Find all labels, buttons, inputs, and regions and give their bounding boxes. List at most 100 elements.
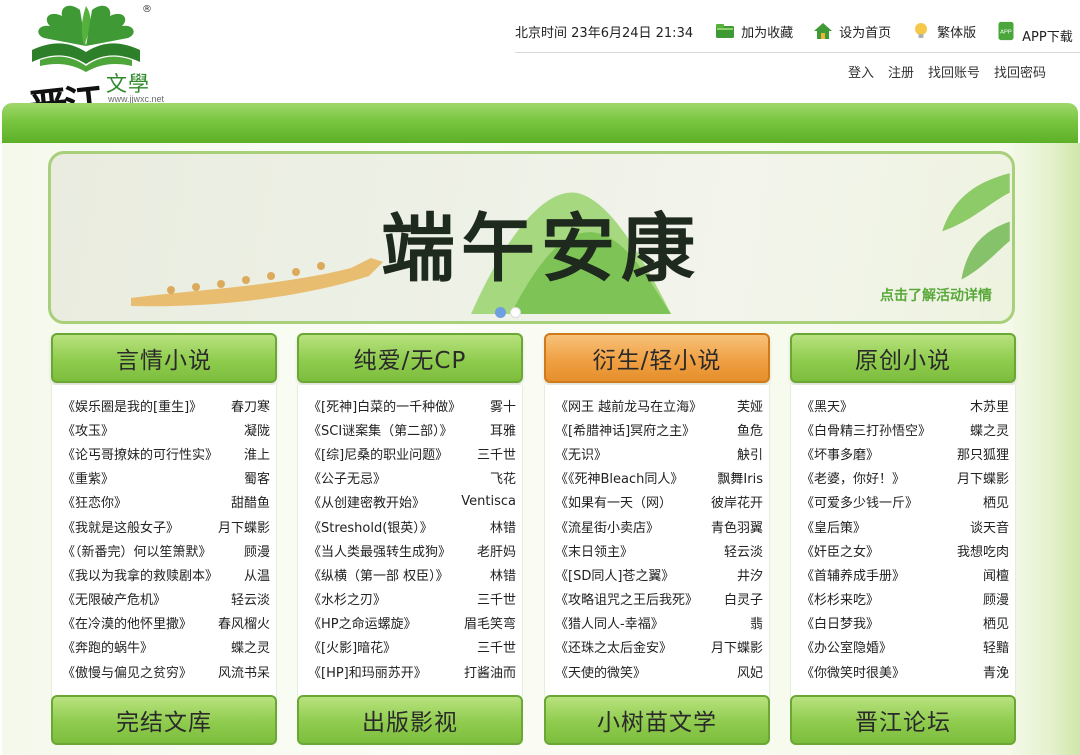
- book-author[interactable]: 飘舞Iris: [717, 468, 763, 487]
- carousel-dot-1[interactable]: [495, 307, 506, 318]
- book-title[interactable]: 《流星街小卖店》: [555, 517, 659, 536]
- book-author[interactable]: 淮上: [244, 444, 270, 463]
- book-author[interactable]: 彼岸花开: [711, 492, 763, 511]
- book-title[interactable]: 《傲慢与偏见之贫穷》: [62, 662, 192, 681]
- book-author[interactable]: 飞花: [490, 468, 516, 487]
- book-row[interactable]: 《从创建密教开始》 Ventisca: [298, 490, 522, 514]
- book-author[interactable]: 雾十: [490, 396, 516, 415]
- book-title[interactable]: 《我就是这般女子》: [62, 517, 179, 536]
- book-author[interactable]: 栖见: [983, 492, 1009, 511]
- book-row[interactable]: 《纵横（第一部 权臣）》 林错: [298, 562, 522, 586]
- category-tab[interactable]: 言情小说: [51, 333, 277, 383]
- book-row[interactable]: 《末日领主》 轻云淡: [545, 538, 769, 562]
- book-row[interactable]: 《流星街小卖店》 青色羽翼: [545, 514, 769, 538]
- book-row[interactable]: 《娱乐圈是我的[重生]》 春刀寒: [52, 393, 276, 417]
- login-link[interactable]: 登入: [848, 62, 874, 81]
- book-author[interactable]: 木苏里: [970, 396, 1009, 415]
- book-author[interactable]: 三千世: [477, 589, 516, 608]
- book-row[interactable]: 《还珠之太后金安》 月下蝶影: [545, 635, 769, 659]
- book-title[interactable]: 《Streshold(银英）》: [308, 517, 433, 536]
- book-author[interactable]: 白灵子: [724, 589, 763, 608]
- book-title[interactable]: 《在冷漠的他怀里撒》: [62, 613, 192, 632]
- book-row[interactable]: 《Streshold(银英）》 林错: [298, 514, 522, 538]
- book-title[interactable]: 《公子无忌》: [308, 468, 386, 487]
- book-title[interactable]: 《从创建密教开始》: [308, 492, 425, 511]
- book-row[interactable]: 《重紫》 蜀客: [52, 466, 276, 490]
- register-link[interactable]: 注册: [888, 62, 914, 81]
- book-author[interactable]: 谈天音: [970, 517, 1009, 536]
- book-author[interactable]: 鱼危: [737, 420, 763, 439]
- book-author[interactable]: 栖见: [983, 613, 1009, 632]
- book-row[interactable]: 《杉杉来吃》 顾漫: [791, 587, 1015, 611]
- book-row[interactable]: 《我就是这般女子》 月下蝶影: [52, 514, 276, 538]
- book-title[interactable]: 《奸臣之女》: [801, 541, 879, 560]
- book-author[interactable]: 从温: [244, 565, 270, 584]
- book-row[interactable]: 《论丐哥撩妹的可行性实》 淮上: [52, 441, 276, 465]
- book-title[interactable]: 《攻略诅咒之王后我死》: [555, 589, 698, 608]
- book-title[interactable]: 《[死神]白菜的一千种做》: [308, 396, 458, 415]
- banner-detail-link[interactable]: 点击了解活动详情: [880, 285, 992, 305]
- book-author[interactable]: 觖引: [737, 444, 763, 463]
- book-title[interactable]: 《白骨精三打孙悟空》: [801, 420, 931, 439]
- book-title[interactable]: 《纵横（第一部 权臣）》: [308, 565, 449, 584]
- book-author[interactable]: 三千世: [477, 637, 516, 656]
- book-author[interactable]: 林错: [490, 517, 516, 536]
- book-row[interactable]: 《无识》 觖引: [545, 441, 769, 465]
- book-author[interactable]: 月下蝶影: [711, 637, 763, 656]
- book-author[interactable]: 甜醋鱼: [231, 492, 270, 511]
- book-author[interactable]: 蝶之灵: [231, 637, 270, 656]
- book-row[interactable]: 《[希腊神话]冥府之主》 鱼危: [545, 417, 769, 441]
- book-title[interactable]: 《[综]尼桑的职业问题》: [308, 444, 448, 463]
- book-row[interactable]: 《狂恋你》 甜醋鱼: [52, 490, 276, 514]
- book-row[interactable]: 《《死神Bleach同人》 飘舞Iris: [545, 466, 769, 490]
- book-author[interactable]: 蜀客: [244, 468, 270, 487]
- book-title[interactable]: 《无识》: [555, 444, 607, 463]
- book-author[interactable]: 凝陇: [244, 420, 270, 439]
- book-title[interactable]: 《[火影]暗花》: [308, 637, 396, 656]
- book-title[interactable]: 《办公室隐婚》: [801, 637, 892, 656]
- book-author[interactable]: 翡: [750, 613, 763, 632]
- book-author[interactable]: 风妃: [737, 662, 763, 681]
- book-title[interactable]: 《攻玉》: [62, 420, 114, 439]
- book-author[interactable]: 井汐: [737, 565, 763, 584]
- set-homepage-link[interactable]: 设为首页: [813, 21, 891, 41]
- book-title[interactable]: 《坏事多磨》: [801, 444, 879, 463]
- book-row[interactable]: 《无限破产危机》 轻云淡: [52, 587, 276, 611]
- book-author[interactable]: 春风榴火: [218, 613, 270, 632]
- book-row[interactable]: 《傲慢与偏见之贫穷》 风流书呆: [52, 659, 276, 683]
- add-favorite-link[interactable]: 加为收藏: [715, 21, 793, 41]
- find-account-link[interactable]: 找回账号: [928, 62, 980, 81]
- section-link-button[interactable]: 晋江论坛: [790, 695, 1016, 745]
- book-author[interactable]: 蝶之灵: [970, 420, 1009, 439]
- book-title[interactable]: 《HP之命运螺旋》: [308, 613, 417, 632]
- book-row[interactable]: 《皇后策》 谈天音: [791, 514, 1015, 538]
- book-title[interactable]: 《末日领主》: [555, 541, 633, 560]
- book-row[interactable]: 《[HP]和玛丽苏开》 打酱油而: [298, 659, 522, 683]
- book-row[interactable]: 《我以为我拿的救赎剧本》 从温: [52, 562, 276, 586]
- book-author[interactable]: 轻云淡: [231, 589, 270, 608]
- book-row[interactable]: 《[火影]暗花》 三千世: [298, 635, 522, 659]
- book-row[interactable]: 《（新番完）何以笙箫默》 顾漫: [52, 538, 276, 562]
- book-row[interactable]: 《猎人同人-幸福》 翡: [545, 611, 769, 635]
- book-row[interactable]: 《天使的微笑》 风妃: [545, 659, 769, 683]
- book-author[interactable]: 春刀寒: [231, 396, 270, 415]
- category-tab[interactable]: 原创小说: [790, 333, 1016, 383]
- section-link-button[interactable]: 小树苗文学: [544, 695, 770, 745]
- book-row[interactable]: 《白骨精三打孙悟空》 蝶之灵: [791, 417, 1015, 441]
- book-title[interactable]: 《[HP]和玛丽苏开》: [308, 662, 427, 681]
- book-title[interactable]: 《如果有一天（网）: [555, 492, 672, 511]
- book-title[interactable]: 《无限破产危机》: [62, 589, 166, 608]
- book-row[interactable]: 《[综]尼桑的职业问题》 三千世: [298, 441, 522, 465]
- book-row[interactable]: 《白日梦我》 栖见: [791, 611, 1015, 635]
- book-title[interactable]: 《天使的微笑》: [555, 662, 646, 681]
- traditional-chinese-link[interactable]: 繁体版: [911, 21, 976, 41]
- book-title[interactable]: 《[希腊神话]冥府之主》: [555, 420, 695, 439]
- book-author[interactable]: 风流书呆: [218, 662, 270, 681]
- book-author[interactable]: 林错: [490, 565, 516, 584]
- book-row[interactable]: 《办公室隐婚》 轻黯: [791, 635, 1015, 659]
- book-row[interactable]: 《你微笑时很美》 青浼: [791, 659, 1015, 683]
- book-row[interactable]: 《在冷漠的他怀里撒》 春风榴火: [52, 611, 276, 635]
- book-author[interactable]: 老肝妈: [477, 541, 516, 560]
- book-row[interactable]: 《奔跑的蜗牛》 蝶之灵: [52, 635, 276, 659]
- book-author[interactable]: 闻檀: [983, 565, 1009, 584]
